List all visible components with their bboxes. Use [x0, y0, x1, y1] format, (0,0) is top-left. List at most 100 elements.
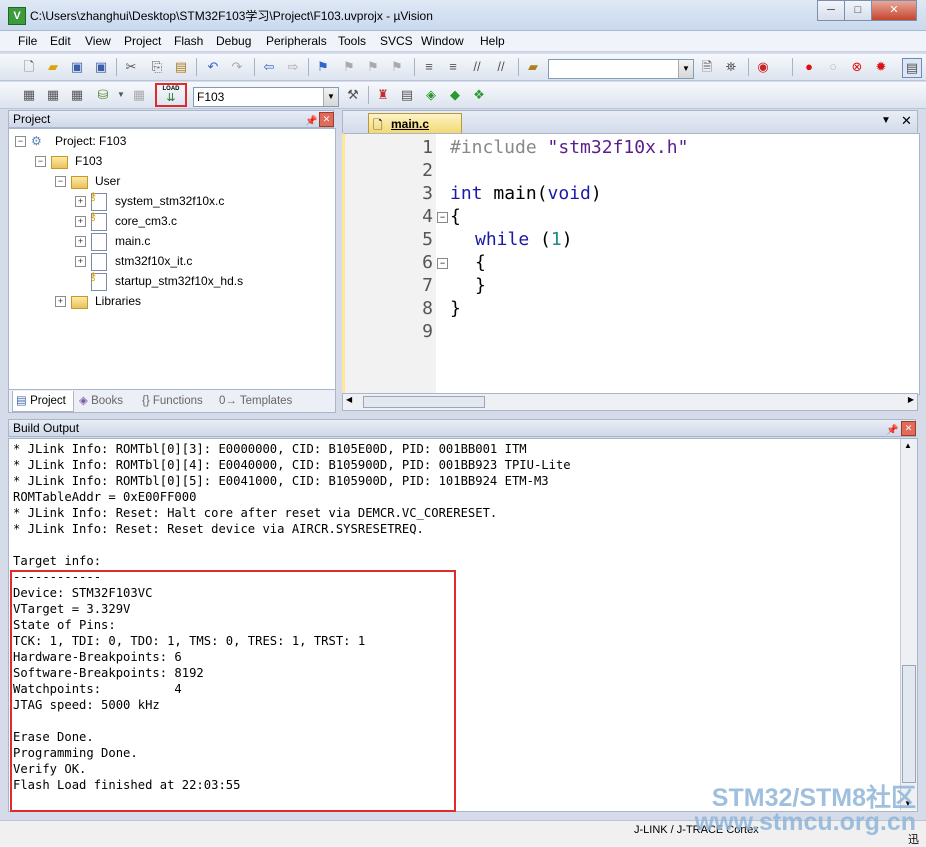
expand-icon[interactable]: +	[75, 216, 86, 227]
target-options-icon[interactable]: ⚒	[344, 86, 362, 104]
find-combo[interactable]: ▼	[548, 59, 694, 79]
code-line-4: {	[450, 206, 461, 227]
nav-forward-icon[interactable]: ⇨	[284, 58, 302, 76]
menu-window[interactable]: Window	[421, 34, 464, 48]
scroll-thumb[interactable]	[902, 665, 916, 783]
collapse-icon[interactable]: −	[55, 176, 66, 187]
new-file-icon[interactable]: 🗋	[20, 58, 38, 76]
tab-label: main.c	[391, 117, 430, 131]
breakpoint-disable-all-icon[interactable]: ⊗	[848, 58, 866, 76]
redo-icon[interactable]: ↷	[228, 58, 246, 76]
menu-tools[interactable]: Tools	[338, 34, 366, 48]
stop-build-icon[interactable]: ▦	[130, 86, 148, 104]
load-download-icon[interactable]: LOAD ⇊	[161, 86, 181, 104]
batch-build-icon[interactable]: ⛁	[94, 86, 112, 104]
menu-edit[interactable]: Edit	[50, 34, 71, 48]
debug-session-icon[interactable]: ◉	[754, 58, 772, 76]
tab-functions[interactable]: {} Functions	[142, 391, 203, 411]
minimize-button[interactable]: ─	[817, 0, 845, 21]
fold-icon[interactable]: −	[437, 212, 448, 223]
tab-list-chevron-icon[interactable]: ▼	[881, 115, 891, 126]
scroll-thumb[interactable]	[363, 396, 485, 408]
collapse-icon[interactable]: −	[35, 156, 46, 167]
chevron-down-icon[interactable]: ▼	[678, 60, 693, 78]
pin-icon[interactable]: 📌	[886, 422, 898, 439]
chevron-down-icon[interactable]: ▼	[323, 88, 338, 106]
output-line: * JLink Info: ROMTbl[0][5]: E0041000, CI…	[13, 474, 549, 488]
indent-icon[interactable]: ≡	[420, 58, 438, 76]
editor-horizontal-scrollbar[interactable]: ◀ ▶	[342, 393, 918, 411]
translate-icon[interactable]: ▦	[20, 86, 38, 104]
pack-installer-icon[interactable]: ◈	[422, 86, 440, 104]
bookmark-prev-icon[interactable]: ⚑	[340, 58, 358, 76]
scroll-right-icon[interactable]: ▶	[908, 395, 914, 404]
breakpoint-insert-icon[interactable]: ●	[800, 58, 818, 76]
tab-main-c[interactable]: 🗋 main.c	[368, 113, 462, 134]
run-time-env-icon[interactable]: ❖	[470, 86, 488, 104]
comment-icon[interactable]: //	[468, 58, 486, 76]
rebuild-icon[interactable]: ▦	[68, 86, 86, 104]
save-icon[interactable]: ▣	[68, 58, 86, 76]
expand-icon[interactable]: +	[75, 256, 86, 267]
cut-icon[interactable]: ✂	[122, 58, 140, 76]
tab-label: 0→ Templates	[219, 395, 293, 407]
close-editor-icon[interactable]: ✕	[901, 113, 912, 129]
menu-svcs[interactable]: SVCS	[380, 34, 413, 48]
file-extensions-icon[interactable]: ♜	[374, 86, 392, 104]
tab-templates[interactable]: 0→ Templates	[219, 391, 292, 411]
expand-icon[interactable]: +	[75, 236, 86, 247]
undo-icon[interactable]: ↶	[204, 58, 222, 76]
uncomment-icon[interactable]: //	[492, 58, 510, 76]
select-packs-icon[interactable]: ◆	[446, 86, 464, 104]
key-icon: ⚷	[89, 211, 98, 223]
chevron-down-icon[interactable]: ▼	[112, 86, 130, 104]
close-icon[interactable]: ✕	[319, 112, 334, 127]
paste-icon[interactable]: ▤	[172, 58, 190, 76]
maximize-button[interactable]: □	[844, 0, 872, 21]
build-output-vertical-scrollbar[interactable]: ▲ ▼	[900, 439, 917, 810]
open-file-icon[interactable]: ▰	[44, 58, 62, 76]
find-icon[interactable]: 🗎	[698, 58, 716, 76]
menu-help[interactable]: Help	[480, 34, 505, 48]
incremental-find-icon[interactable]: ⛯	[722, 58, 740, 76]
menu-bar: File Edit View Project Flash Debug Perip…	[0, 31, 926, 52]
menu-peripherals[interactable]: Peripherals	[266, 34, 327, 48]
menu-project[interactable]: Project	[124, 34, 161, 48]
bookmark-clear-icon[interactable]: ⚑	[388, 58, 406, 76]
scroll-up-icon[interactable]: ▲	[904, 441, 912, 450]
line-number: 3	[422, 183, 433, 204]
close-window-button[interactable]: ✕	[871, 0, 917, 21]
copy-icon[interactable]: ⎘	[148, 58, 166, 76]
close-icon[interactable]: ✕	[901, 421, 916, 436]
breakpoint-enable-icon[interactable]: ○	[824, 58, 842, 76]
nav-back-icon[interactable]: ⇦	[260, 58, 278, 76]
breakpoint-kill-all-icon[interactable]: ✹	[872, 58, 890, 76]
line-number: 7	[422, 275, 433, 296]
manage-components-icon[interactable]: ▤	[398, 86, 416, 104]
menu-view[interactable]: View	[85, 34, 111, 48]
expand-icon[interactable]: +	[75, 196, 86, 207]
line-number: 1	[422, 137, 433, 158]
menu-debug[interactable]: Debug	[216, 34, 251, 48]
scroll-left-icon[interactable]: ◀	[346, 395, 352, 404]
expand-icon[interactable]: +	[55, 296, 66, 307]
bookmark-icon[interactable]: ⚑	[314, 58, 332, 76]
unindent-icon[interactable]: ≡	[444, 58, 462, 76]
save-all-icon[interactable]: ▣	[92, 58, 110, 76]
find-in-files-icon[interactable]: ▰	[524, 58, 542, 76]
build-icon[interactable]: ▦	[44, 86, 62, 104]
window-layout-icon[interactable]: ▤	[902, 58, 922, 78]
fold-icon[interactable]: −	[437, 258, 448, 269]
tab-label: {} Functions	[142, 395, 203, 407]
bookmark-next-icon[interactable]: ⚑	[364, 58, 382, 76]
code-line-6: {	[475, 252, 486, 273]
build-output-text[interactable]: * JLink Info: ROMTbl[0][3]: E0000000, CI…	[8, 438, 918, 812]
target-select[interactable]: F103 ▼	[193, 87, 339, 107]
tab-books[interactable]: ◈ Books	[79, 391, 123, 411]
menu-flash[interactable]: Flash	[174, 34, 203, 48]
code-editor[interactable]: 1 2 3 4 5 6 7 8 9 − − #include "stm32f10…	[342, 133, 920, 395]
file-toolbar: 🗋 ▰ ▣ ▣ ✂ ⎘ ▤ ↶ ↷ ⇦ ⇨ ⚑ ⚑ ⚑ ⚑ ≡ ≡ // // …	[0, 54, 926, 81]
menu-file[interactable]: File	[18, 34, 37, 48]
collapse-icon[interactable]: −	[15, 136, 26, 147]
tab-project[interactable]: ▤ Project	[12, 391, 74, 412]
